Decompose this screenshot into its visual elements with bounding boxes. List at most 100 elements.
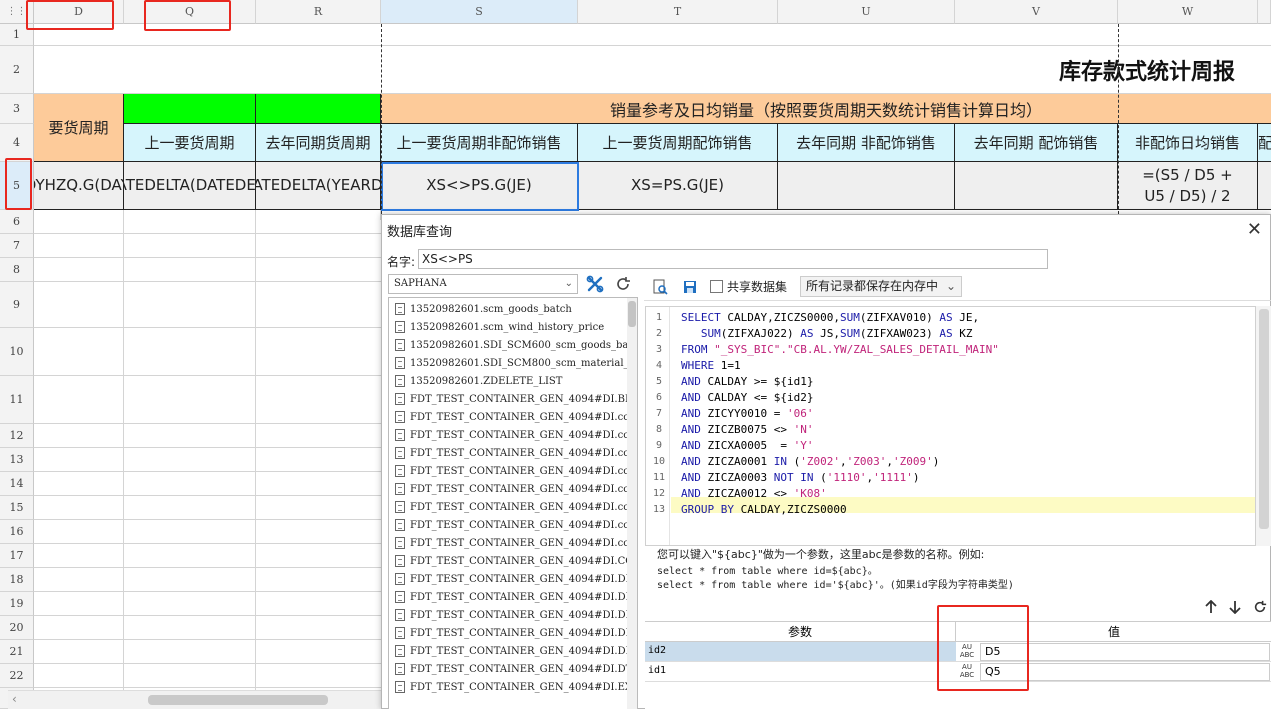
column-header-r[interactable]: R	[256, 0, 381, 24]
table-list-item[interactable]: FDT_TEST_CONTAINER_GEN_4094#DI.com.s	[395, 480, 637, 498]
sql-token: '1110'	[826, 470, 867, 484]
scroll-left-arrow-icon[interactable]: ‹	[12, 692, 17, 706]
table-list-item[interactable]: FDT_TEST_CONTAINER_GEN_4094#DI.BLOB_	[395, 390, 637, 408]
row-header-8[interactable]: 8	[0, 258, 34, 282]
table-list-item[interactable]: FDT_TEST_CONTAINER_GEN_4094#DI.EXPAN	[395, 678, 637, 696]
row-header-7[interactable]: 7	[0, 234, 34, 258]
save-dataset-icon[interactable]	[680, 277, 700, 297]
cell-w5[interactable]: =(S5 / D5 + U5 / D5) / 2	[1118, 162, 1258, 210]
row-header-15[interactable]: 15	[0, 496, 34, 520]
cell-s3-sales-header[interactable]: 销量参考及日均销量（按照要货周期天数统计销售计算日均）	[381, 94, 1271, 124]
report-title-cell[interactable]: 库存款式统计周报	[34, 46, 1271, 94]
row-header-17[interactable]: 17	[0, 544, 34, 568]
datasource-select[interactable]: SAPHANA ⌄	[388, 274, 578, 294]
sql-editor-scrollbar[interactable]	[1256, 306, 1271, 546]
row-header-11[interactable]: 11	[0, 376, 34, 424]
cell-s4[interactable]: 上一要货周期非配饰销售	[381, 124, 578, 162]
column-header-s[interactable]: S	[381, 0, 578, 24]
row-header-14[interactable]: 14	[0, 472, 34, 496]
sql-editor-scroll-thumb[interactable]	[1259, 309, 1269, 529]
column-header-next[interactable]	[1258, 0, 1271, 24]
name-input[interactable]: XS<>PS	[418, 249, 1048, 269]
row-header-12[interactable]: 12	[0, 424, 34, 448]
column-header-t[interactable]: T	[578, 0, 778, 24]
param-row[interactable]: id2	[645, 642, 956, 662]
horizontal-scrollbar[interactable]: ‹	[8, 690, 381, 709]
preview-icon[interactable]	[650, 277, 670, 297]
table-list-item[interactable]: FDT_TEST_CONTAINER_GEN_4094#DI.CONFIG	[395, 552, 637, 570]
table-list-item[interactable]: FDT_TEST_CONTAINER_GEN_4094#DI.DEPST	[395, 588, 637, 606]
table-list-item[interactable]: FDT_TEST_CONTAINER_GEN_4094#DI.com.s	[395, 498, 637, 516]
table-list-scrollbar[interactable]	[627, 298, 637, 709]
row-header-10[interactable]: 10	[0, 328, 34, 376]
cell-v4[interactable]: 去年同期 配饰销售	[955, 124, 1118, 162]
table-name: FDT_TEST_CONTAINER_GEN_4094#DI.DEPLO	[410, 573, 638, 585]
table-list-item[interactable]: FDT_TEST_CONTAINER_GEN_4094#DI.DEPLO	[395, 570, 638, 588]
row-header-13[interactable]: 13	[0, 448, 34, 472]
table-list-item[interactable]: FDT_TEST_CONTAINER_GEN_4094#DI.DEPST	[395, 624, 637, 642]
row-header-9[interactable]: 9	[0, 282, 34, 328]
move-up-icon[interactable]	[1201, 597, 1221, 617]
column-header-v[interactable]: V	[955, 0, 1118, 24]
table-list-item[interactable]: FDT_TEST_CONTAINER_GEN_4094#DI.com.s	[395, 426, 637, 444]
refresh-params-icon[interactable]	[1250, 597, 1270, 617]
cell-r4[interactable]: 去年同期货周期	[256, 124, 381, 162]
cell-q3[interactable]	[124, 94, 256, 124]
table-list-item[interactable]: FDT_TEST_CONTAINER_GEN_4094#DI.com.s	[395, 462, 637, 480]
table-list-item[interactable]: 13520982601.ZDELETE_LIST	[395, 372, 562, 390]
cell-w4[interactable]: 非配饰日均销售	[1118, 124, 1258, 162]
row-header-22[interactable]: 22	[0, 664, 34, 688]
sql-token: GROUP BY	[681, 502, 734, 516]
refresh-icon[interactable]	[613, 274, 633, 294]
table-list-item[interactable]: FDT_TEST_CONTAINER_GEN_4094#DI.com.s	[395, 516, 637, 534]
table-list-scroll-thumb[interactable]	[628, 301, 636, 327]
close-icon[interactable]: ✕	[1247, 219, 1262, 240]
param-row[interactable]: id1	[645, 662, 956, 682]
row-header-18[interactable]: 18	[0, 568, 34, 592]
cell-x4[interactable]: 配	[1258, 124, 1271, 162]
cell-r3[interactable]	[256, 94, 381, 124]
table-list[interactable]: 13520982601.scm_goods_batch 13520982601.s…	[388, 297, 638, 709]
cell-d5[interactable]: MDYHZQ.G(DAYS)	[34, 162, 124, 210]
sql-editor[interactable]: 1 SELECT CALDAY,ZICZS0000,SUM(ZIFXAV010) …	[645, 306, 1256, 546]
row-header-4[interactable]: 4	[0, 124, 34, 162]
table-list-item[interactable]: 13520982601.SDI_SCM800_scm_material_	[395, 354, 629, 372]
cell-u4[interactable]: 去年同期 非配饰销售	[778, 124, 955, 162]
table-list-item[interactable]: 13520982601.scm_goods_batch	[395, 300, 572, 318]
cell-v5[interactable]	[955, 162, 1118, 210]
column-header-u[interactable]: U	[778, 0, 955, 24]
row-header-21[interactable]: 21	[0, 640, 34, 664]
cell-t5[interactable]: XS=PS.G(JE)	[578, 162, 778, 210]
connection-settings-icon[interactable]	[585, 274, 605, 294]
cell-x5[interactable]	[1258, 162, 1271, 210]
column-header-w[interactable]: W	[1118, 0, 1258, 24]
shared-dataset-checkbox[interactable]	[710, 280, 723, 293]
row-header-3[interactable]: 3	[0, 94, 34, 124]
table-list-item[interactable]: 13520982601.scm_wind_history_price	[395, 318, 604, 336]
grid-area[interactable]	[34, 210, 381, 709]
horizontal-scroll-thumb[interactable]	[148, 695, 328, 705]
cell-q5[interactable]: =DATEDELTA(DATEDELTA(	[124, 162, 256, 210]
table-list-item[interactable]: FDT_TEST_CONTAINER_GEN_4094#DI.DEPST	[395, 606, 637, 624]
table-list-item[interactable]: FDT_TEST_CONTAINER_GEN_4094#DI.DEPST	[395, 642, 637, 660]
row-header-19[interactable]: 19	[0, 592, 34, 616]
row-header-2[interactable]: 2	[0, 46, 34, 94]
cell-t4[interactable]: 上一要货周期配饰销售	[578, 124, 778, 162]
row-header-6[interactable]: 6	[0, 210, 34, 234]
table-name: 13520982601.SDI_SCM800_scm_material_	[410, 357, 629, 369]
row-header-20[interactable]: 20	[0, 616, 34, 640]
table-list-item[interactable]: FDT_TEST_CONTAINER_GEN_4094#DI.com.s	[395, 534, 637, 552]
table-list-item[interactable]: 13520982601.SDI_SCM600_scm_goods_bat	[395, 336, 632, 354]
cell-d3-period[interactable]: 要货周期	[34, 94, 124, 162]
table-list-item[interactable]: FDT_TEST_CONTAINER_GEN_4094#DI.com.s	[395, 408, 637, 426]
table-list-item[interactable]: FDT_TEST_CONTAINER_GEN_4094#DI.com.s	[395, 444, 637, 462]
cell-r5[interactable]: =DATEDELTA(YEARDELT	[256, 162, 381, 210]
sql-token: "_SYS_BIC"."CB.AL.YW/ZAL_SALES_DETAIL_MA…	[714, 342, 999, 356]
table-list-item[interactable]: FDT_TEST_CONTAINER_GEN_4094#DI.DTC_L	[395, 660, 637, 678]
move-down-icon[interactable]	[1225, 597, 1245, 617]
report-title: 库存款式统计周报	[1058, 58, 1235, 85]
memory-mode-select[interactable]: 所有记录都保存在内存中 ⌄	[800, 276, 962, 297]
cell-u5[interactable]	[778, 162, 955, 210]
row-header-16[interactable]: 16	[0, 520, 34, 544]
cell-q4[interactable]: 上一要货周期	[124, 124, 256, 162]
